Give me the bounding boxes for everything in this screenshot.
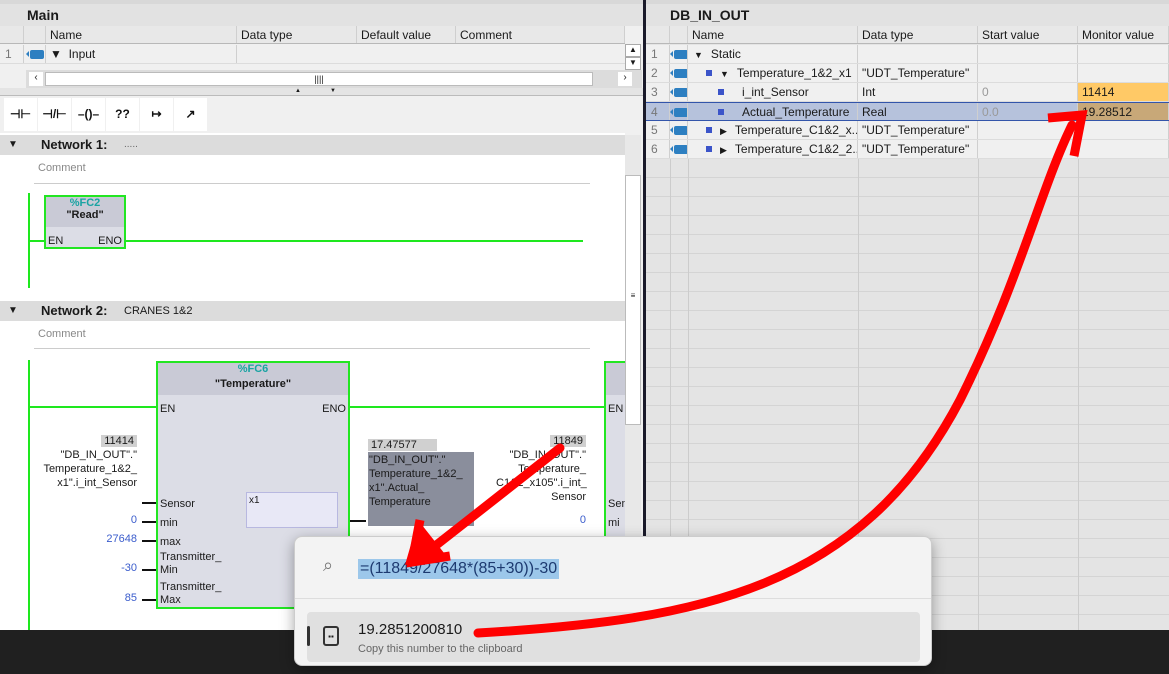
arrow-to-monitor-value	[473, 109, 1088, 638]
arrow-to-formula	[405, 443, 565, 568]
annotation-arrows	[405, 109, 1088, 638]
